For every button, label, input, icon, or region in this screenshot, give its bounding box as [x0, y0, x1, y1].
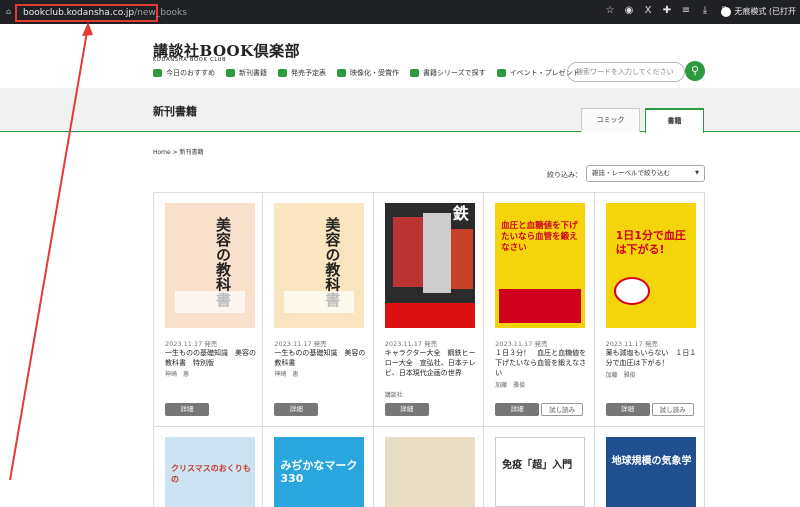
annotation-arrow [9, 22, 93, 481]
